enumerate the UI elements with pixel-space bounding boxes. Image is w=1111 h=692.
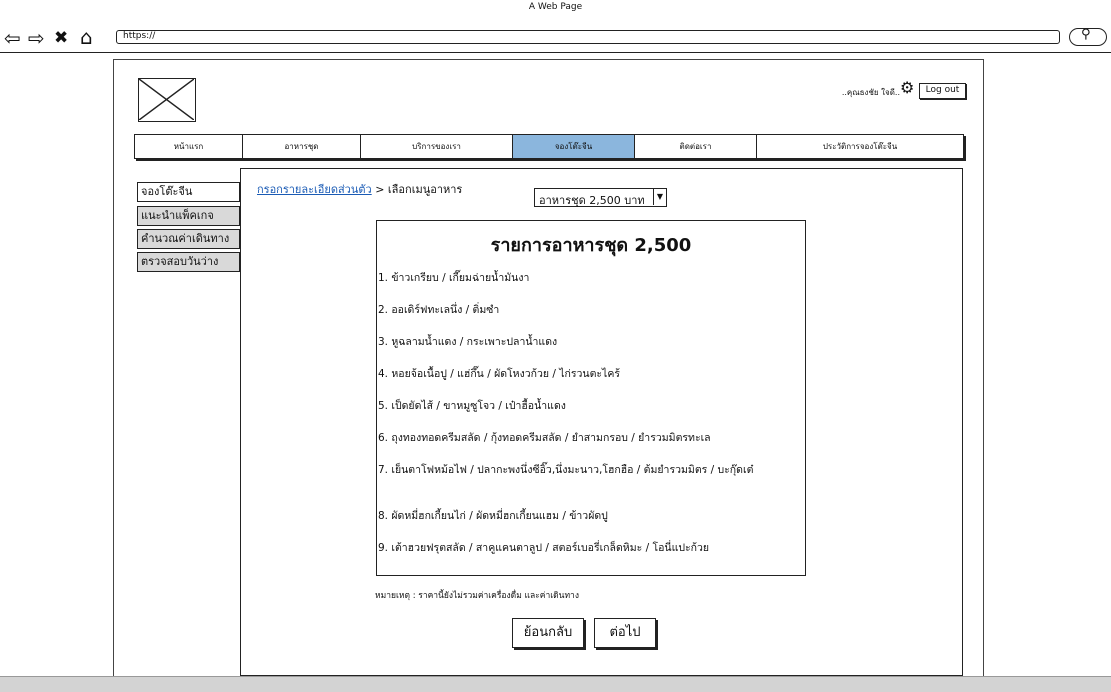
logo-placeholder	[138, 78, 196, 122]
main-nav: หน้าแรก อาหารชุด บริการของเรา จองโต๊ะจีน…	[134, 134, 964, 159]
window-title-bar: A Web Page	[0, 0, 1111, 16]
breadcrumb-current: เลือกเมนูอาหาร	[387, 183, 463, 196]
tab-services[interactable]: บริการของเรา	[361, 135, 513, 158]
user-greeting: ..คุณธงชัย ใจดี..	[841, 88, 900, 97]
package-select-value: อาหารชุด 2,500 บาท	[539, 194, 645, 207]
back-button[interactable]: ย้อนกลับ	[512, 618, 584, 648]
forward-arrow-icon[interactable]: ⇨	[28, 28, 45, 48]
menu-item: 9. เต้าฮวยฟรุตสลัด / สาคูแคนตาลูป / สตอร…	[378, 542, 710, 554]
address-bar[interactable]: https://	[116, 30, 1060, 44]
search-icon: ⚲	[1081, 27, 1091, 42]
back-arrow-icon[interactable]: ⇦	[4, 28, 21, 48]
sidebar-item-packages[interactable]: แนะนำแพ็คเกจ	[137, 206, 240, 226]
tab-book-table[interactable]: จองโต๊ะจีน	[513, 135, 635, 158]
sidebar-item-travel-cost[interactable]: คำนวณค่าเดินทาง	[137, 229, 240, 249]
status-bar	[0, 676, 1111, 692]
tab-booking-history[interactable]: ประวัติการจองโต๊ะจีน	[757, 135, 963, 158]
tab-contact[interactable]: ติดต่อเรา	[635, 135, 757, 158]
menu-item: 4. หอยจ้อเนื้อปู / แฮ่กึ๊น / ผัดโหงวก้วย…	[378, 368, 620, 380]
tab-home[interactable]: หน้าแรก	[135, 135, 243, 158]
breadcrumb-separator: >	[371, 183, 388, 196]
toolbar-divider	[0, 52, 1111, 53]
chevron-down-icon[interactable]: ▼	[653, 189, 666, 205]
package-select[interactable]: อาหารชุด 2,500 บาท ▼	[534, 188, 667, 207]
logout-button[interactable]: Log out	[919, 83, 966, 99]
menu-item: 2. ออเดิร์ฟทะเลนึ่ง / ติ่มซำ	[378, 304, 500, 316]
menu-item: 1. ข้าวเกรียบ / เกี๊ยมฉ่ายน้ำมันงา	[378, 272, 530, 284]
menu-item: 6. ถุงทองทอดครีมสลัด / กุ้งทอดครีมสลัด /…	[378, 432, 711, 444]
close-icon[interactable]: ✖	[54, 28, 68, 48]
sidebar-item-check-availability[interactable]: ตรวจสอบวันว่าง	[137, 252, 240, 272]
next-button[interactable]: ต่อไป	[594, 618, 656, 648]
menu-title: รายการอาหารชุด 2,500	[490, 235, 692, 256]
sidebar-item-book-table[interactable]: จองโต๊ะจีน	[137, 182, 240, 202]
menu-item: 7. เย็นตาโฟหม้อไฟ / ปลากะพงนึ่งซีอิ๊ว,นึ…	[378, 464, 754, 476]
breadcrumb: กรอกรายละเอียดส่วนตัว > เลือกเมนูอาหาร	[257, 180, 462, 198]
menu-item: 8. ผัดหมี่ฮกเกี้ยนไก่ / ผัดหมี่ฮกเกี้ยนแ…	[378, 510, 608, 522]
tab-food-sets[interactable]: อาหารชุด	[243, 135, 361, 158]
price-note: หมายเหตุ : ราคานี้ยังไม่รวมค่าเครื่องดื่…	[375, 591, 579, 601]
menu-item: 3. หูฉลามน้ำแดง / กระเพาะปลาน้ำแดง	[378, 336, 558, 348]
window-title: A Web Page	[528, 2, 583, 12]
home-icon[interactable]: ⌂	[80, 27, 93, 47]
menu-item: 5. เป็ดยัดไส้ / ขาหมูซูโจว / เป๋าฮื้อน้ำ…	[378, 400, 566, 412]
gear-icon[interactable]: ⚙	[900, 80, 914, 96]
breadcrumb-link[interactable]: กรอกรายละเอียดส่วนตัว	[257, 183, 372, 196]
